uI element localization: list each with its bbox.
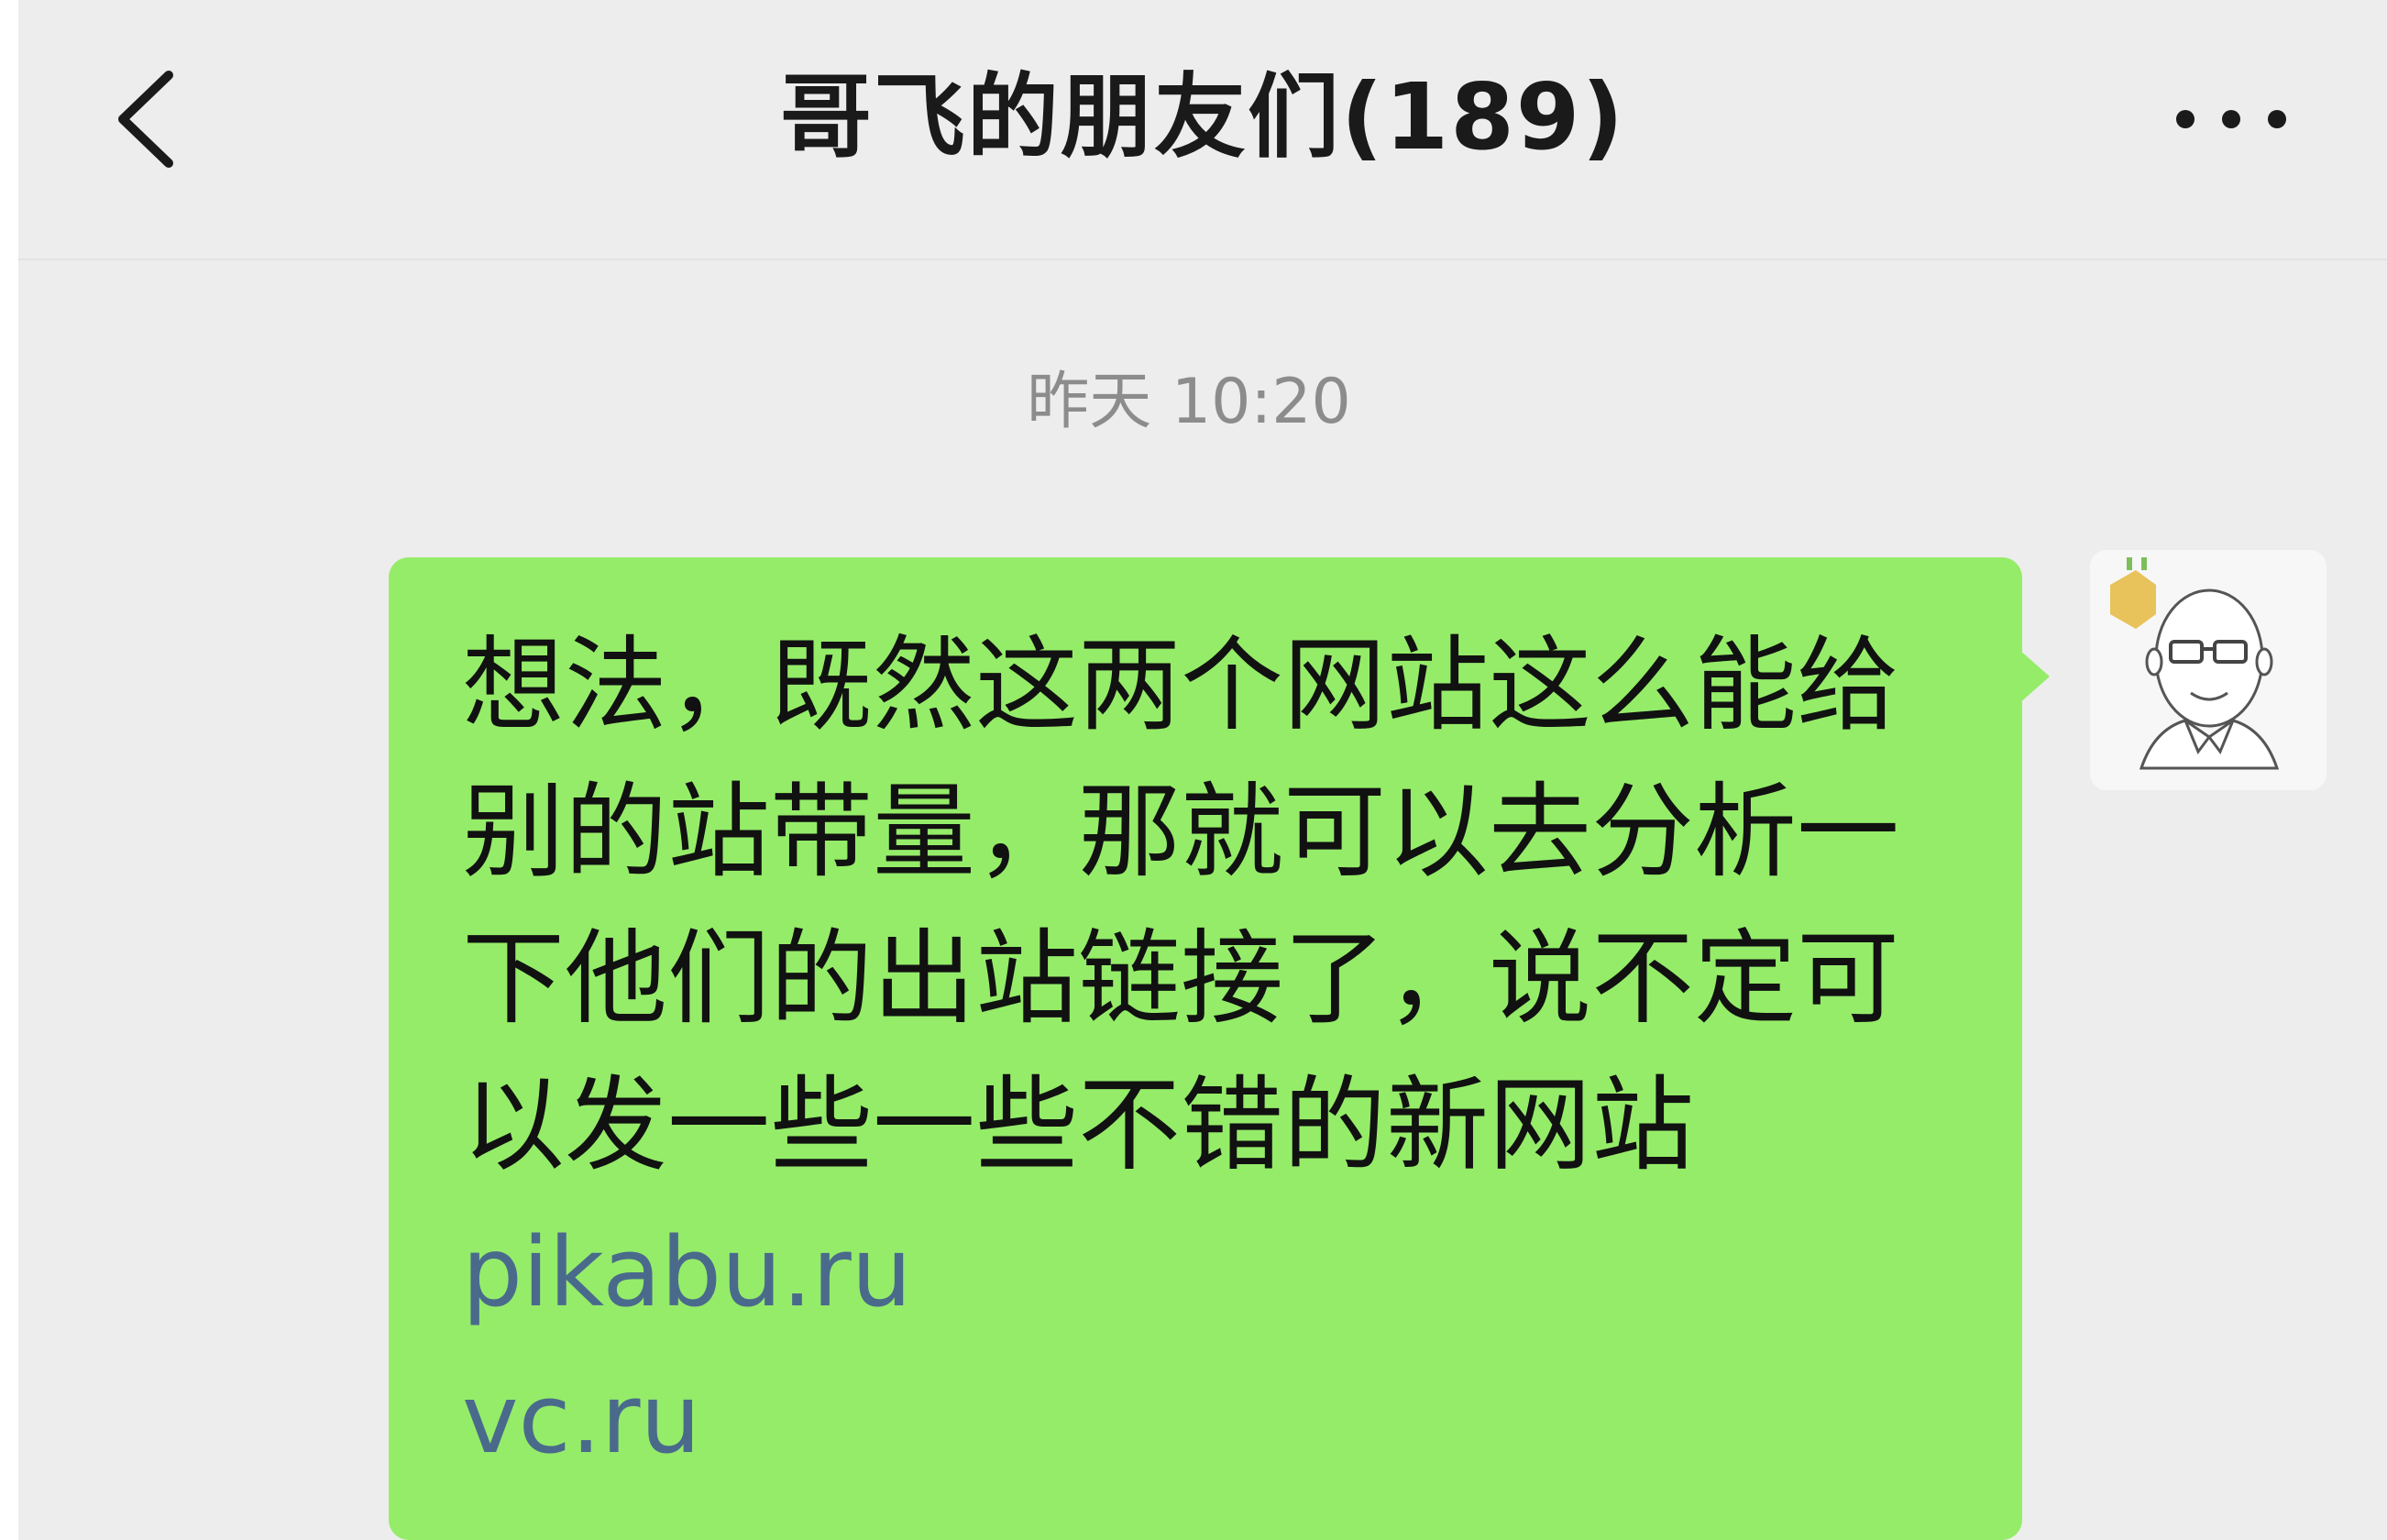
message-bubble[interactable]: 想法，既然这两个网站这么能给别的站带量，那就可以去分析一下他们的出站链接了，说不… [389,557,2022,1540]
message-link-vc[interactable]: vc.ru [462,1346,1951,1492]
chat-screen: 哥飞的朋友们(189) 昨天 10:20 想法，既然这两个网站这么能给别的站带量… [18,0,2387,1540]
cartoon-bald-man-avatar-icon [2090,550,2326,790]
message-link-pikabu[interactable]: pikabu.ru [462,1199,1951,1346]
bubble-tail [2018,649,2050,704]
more-button[interactable] [2167,82,2295,156]
sender-avatar[interactable] [2090,550,2326,790]
chat-header: 哥飞的朋友们(189) [18,0,2387,260]
chat-title: 哥飞的朋友们(189) [779,63,1626,170]
message-timestamp: 昨天 10:20 [1027,366,1351,438]
message-text: 想法，既然这两个网站这么能给别的站带量，那就可以去分析一下他们的出站链接了，说不… [462,626,1899,1185]
more-dots-icon [2176,110,2286,128]
